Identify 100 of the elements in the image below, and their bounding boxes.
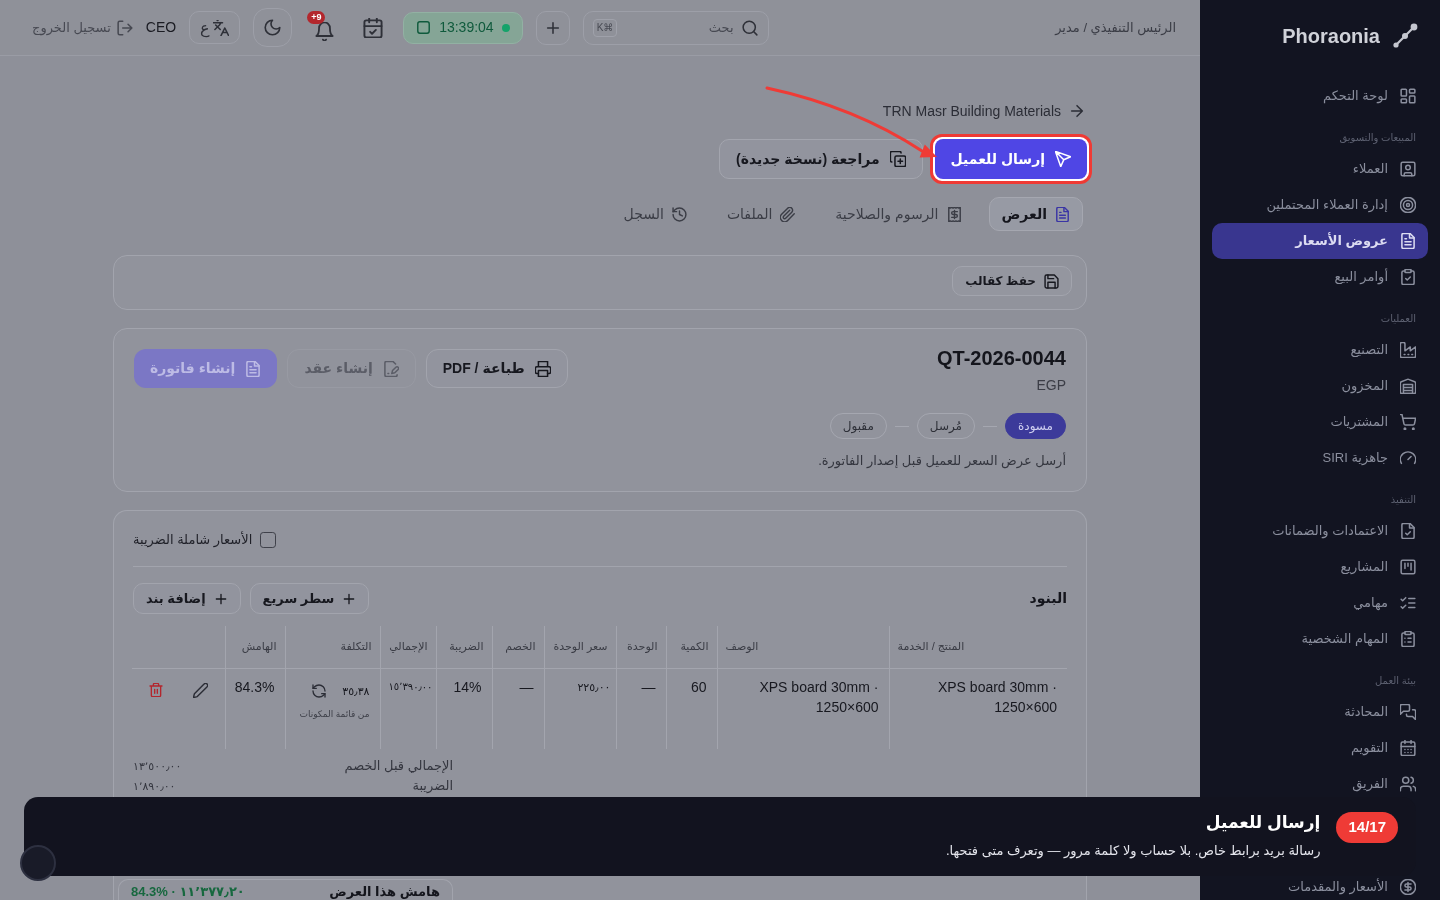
clock-time: 13:39:04 xyxy=(439,18,494,37)
margin-label: هامش هذا العرض xyxy=(329,883,440,900)
tab[interactable]: الملفات xyxy=(713,197,809,231)
clipboard-icon xyxy=(1400,631,1416,647)
quote-number: QT-2026-0044 xyxy=(937,346,1066,371)
table-cell: XPS board 30mm · 1250×600 xyxy=(889,668,1067,749)
chat-bubbles-icon xyxy=(1400,704,1416,720)
print-button[interactable]: طباعة / PDF xyxy=(425,349,568,388)
square-icon xyxy=(416,20,432,35)
checklist-icon xyxy=(1400,595,1416,611)
sidebar-item[interactable]: المشاريع xyxy=(1212,549,1428,585)
history-icon xyxy=(671,206,687,222)
section-heading: المبيعات والتسويق xyxy=(1338,131,1416,146)
moon-icon xyxy=(264,19,282,36)
back-link[interactable]: TRN Masr Building Materials xyxy=(882,101,1085,121)
column-header: الإجمالي xyxy=(380,626,436,668)
tab[interactable]: الرسوم والصلاحية xyxy=(822,197,975,231)
sidebar-item[interactable]: جاهزية SIRI xyxy=(1212,440,1428,476)
notification-badge: +9 xyxy=(307,10,326,24)
warehouse-icon xyxy=(1400,378,1416,394)
sidebar-item[interactable]: المخزون xyxy=(1212,368,1428,404)
logout-button[interactable]: تسجيل الخروج xyxy=(32,17,133,38)
cost-source-note: من قائمة المكونات xyxy=(298,707,370,721)
notifications-button[interactable]: +9 xyxy=(305,9,344,46)
edit-button[interactable] xyxy=(192,682,208,698)
sidebar-item[interactable]: المحادثة xyxy=(1212,694,1428,730)
contact-card-icon xyxy=(1400,161,1416,177)
copy-plus-icon xyxy=(889,151,906,167)
column-header: التكلفة xyxy=(285,626,380,668)
round-floating-button[interactable] xyxy=(20,845,56,881)
section-title: البنود xyxy=(1029,589,1067,609)
column-header: الكمية xyxy=(666,626,717,668)
total-label: الضريبة xyxy=(412,777,453,795)
sidebar-item[interactable]: التصنيع xyxy=(1212,332,1428,368)
sidebar-item[interactable]: إدارة العملاء المحتملين xyxy=(1212,187,1428,223)
sidebar-item[interactable]: الفريق xyxy=(1212,766,1428,802)
add-item-button[interactable]: إضافة بند xyxy=(133,583,241,614)
sidebar-item[interactable]: عروض الأسعار xyxy=(1212,223,1428,259)
coin-icon xyxy=(1400,879,1416,895)
table-cell: ١٥٬٣٩٠٫٠٠ xyxy=(380,668,436,749)
breadcrumb-text: الرئيس التنفيذي / مدير xyxy=(1055,18,1176,38)
table-cell: — xyxy=(492,668,544,749)
factory-icon xyxy=(1400,342,1416,358)
language-button[interactable]: ع xyxy=(189,11,241,44)
tab[interactable]: العرض xyxy=(988,197,1083,231)
cart-icon xyxy=(1400,414,1416,430)
paperclip-icon xyxy=(780,206,796,222)
save-template-button[interactable]: حفظ كقالب xyxy=(952,266,1072,296)
tour-title: إرسال للعميل xyxy=(1204,812,1321,834)
sidebar-item[interactable]: الاعتمادات والضمانات xyxy=(1212,513,1428,549)
timer-pill[interactable]: 13:39:04 xyxy=(403,11,523,44)
plus-icon xyxy=(342,591,357,606)
sidebar-item[interactable]: أوامر البيع xyxy=(1212,259,1428,295)
refresh-cost-button[interactable] xyxy=(312,683,327,698)
sidebar-item[interactable]: المشتريات xyxy=(1212,404,1428,440)
revision-button[interactable]: مراجعة (نسخة جديدة) xyxy=(718,139,923,179)
section-heading: العمليات xyxy=(1379,312,1416,326)
add-button[interactable] xyxy=(535,10,570,45)
refresh-icon xyxy=(312,683,327,698)
table-cell: — xyxy=(616,668,666,749)
translate-icon xyxy=(213,19,230,36)
arrow-right-icon xyxy=(1069,103,1085,119)
grid-icon xyxy=(1400,88,1416,104)
file-check-icon xyxy=(1400,523,1416,539)
trash-icon xyxy=(148,682,163,697)
send-to-client-button[interactable]: إرسال للعميل xyxy=(934,139,1087,179)
theme-toggle-button[interactable] xyxy=(253,8,293,47)
receipt-icon xyxy=(946,206,962,222)
sidebar-item[interactable]: العملاء xyxy=(1212,151,1428,187)
sidebar-item[interactable]: مهامي xyxy=(1212,585,1428,621)
checkbox-label: الأسعار شاملة الضريبة xyxy=(133,530,253,550)
search-icon xyxy=(741,19,758,36)
checkbox[interactable] xyxy=(260,532,277,548)
document-icon xyxy=(245,360,262,377)
sidebar-item[interactable]: المهام الشخصية xyxy=(1212,621,1428,657)
users-icon xyxy=(1400,776,1416,792)
bell-icon xyxy=(314,21,334,41)
tab[interactable]: السجل xyxy=(610,197,700,231)
file-pen-icon xyxy=(382,360,399,377)
sidebar-item[interactable]: لوحة التحكم xyxy=(1212,78,1428,114)
chart-board-icon xyxy=(1400,559,1416,575)
save-icon xyxy=(1044,273,1059,289)
document-icon xyxy=(1055,206,1070,222)
column-header: الوحدة xyxy=(616,626,666,668)
status-dot-icon xyxy=(501,23,510,32)
table-cell: 60 xyxy=(666,668,717,749)
calendar-check-icon xyxy=(363,17,384,38)
logout-icon xyxy=(116,19,133,36)
status-step: مسودة xyxy=(1005,413,1066,439)
column-header: الوصف xyxy=(717,626,889,668)
sidebar-item[interactable]: التقويم xyxy=(1212,730,1428,766)
sidebar-item[interactable]: الأسعار والمقدمات xyxy=(1212,876,1428,898)
total-label: الإجمالي قبل الخصم xyxy=(344,757,453,775)
step-counter: 14/17 xyxy=(1336,812,1398,843)
brand-name: Phoraonia xyxy=(1282,24,1380,49)
quick-line-button[interactable]: سطر سريع xyxy=(249,583,370,614)
target-icon xyxy=(1400,197,1416,213)
section-heading: التنفيذ xyxy=(1389,493,1416,507)
send-icon xyxy=(1055,151,1071,167)
table-cell: ٢٢٥٫٠٠ xyxy=(544,668,616,749)
